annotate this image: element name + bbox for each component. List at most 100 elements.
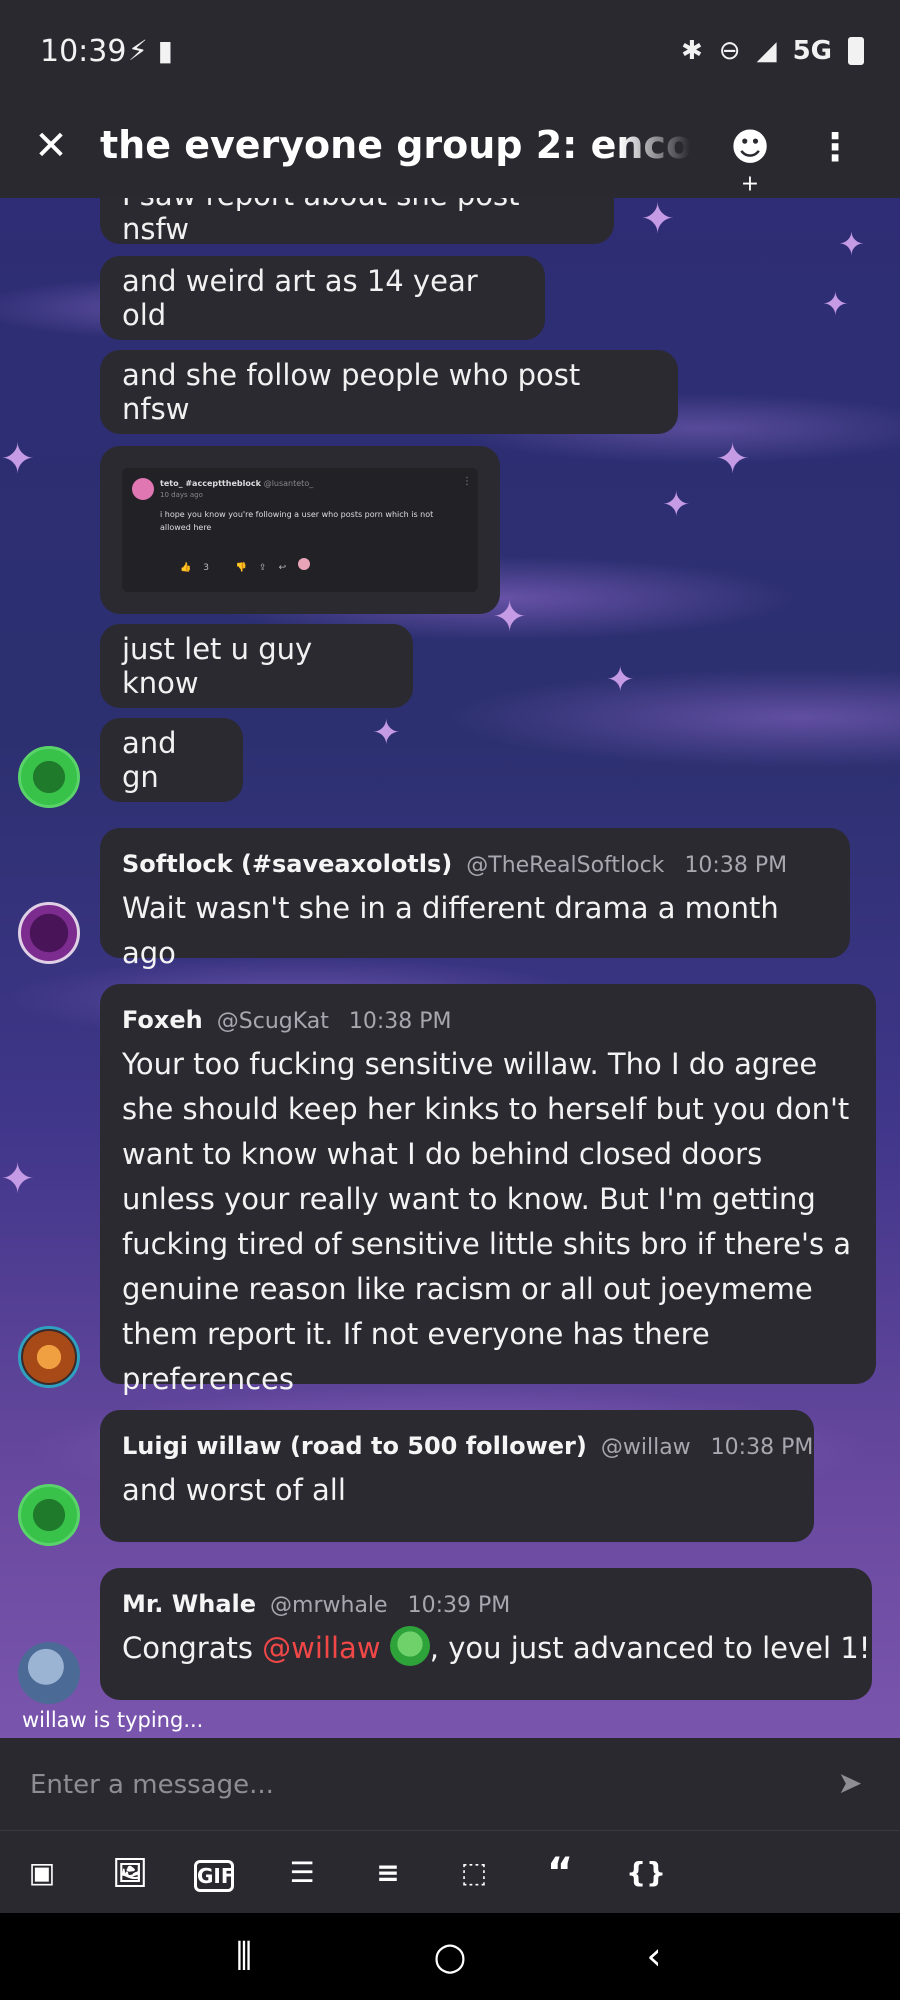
send-icon: ➤ bbox=[837, 1766, 863, 1801]
author-handle: @ScugKat bbox=[216, 1009, 329, 1034]
message-time: 10:39 PM bbox=[407, 1593, 511, 1618]
avatar-luigi-willaw[interactable] bbox=[18, 1484, 80, 1546]
flash-icon: ⚡ bbox=[128, 34, 158, 67]
user-mention[interactable]: @willaw bbox=[262, 1631, 380, 1665]
message-text: Congrats @willaw , you just advanced to … bbox=[122, 1626, 870, 1671]
message-bubble[interactable]: and gn bbox=[100, 718, 243, 802]
recents-icon: ⦀ bbox=[235, 1934, 253, 1978]
gif-button[interactable]: GIF bbox=[194, 1860, 235, 1892]
message-meta: Luigi willaw (road to 500 follower) @wil… bbox=[122, 1432, 813, 1460]
message-text: and weird art as 14 year old bbox=[122, 264, 478, 332]
typing-indicator: willaw is typing... bbox=[22, 1708, 204, 1732]
avatar-softlock[interactable] bbox=[18, 902, 80, 964]
star-decoration: ✦ bbox=[838, 225, 865, 263]
author-name[interactable]: Softlock (#saveaxolotls) bbox=[122, 850, 452, 878]
mention-avatar-icon bbox=[389, 1626, 430, 1666]
bullet-list-button[interactable]: ☰ bbox=[280, 1851, 324, 1895]
emoji-button[interactable]: ▣ bbox=[20, 1851, 64, 1895]
back-icon: ‹ bbox=[646, 1934, 662, 1978]
battery-icon bbox=[848, 37, 864, 65]
message-meta: Foxeh @ScugKat 10:38 PM bbox=[122, 1006, 854, 1034]
home-icon: ○ bbox=[433, 1934, 467, 1978]
avatar-mr-whale[interactable] bbox=[18, 1642, 80, 1704]
avatar-mini bbox=[298, 558, 311, 570]
star-decoration: ✦ bbox=[715, 434, 751, 483]
dnd-icon: ⊖ bbox=[718, 36, 741, 66]
author-handle: @willaw bbox=[600, 1435, 691, 1460]
star-decoration: ✦ bbox=[606, 660, 635, 700]
message-text: Your too fucking sensitive willaw. Tho I… bbox=[122, 1047, 852, 1396]
code-button[interactable]: {} bbox=[624, 1851, 668, 1895]
numbered-list-button[interactable]: ≡ bbox=[366, 1851, 410, 1895]
send-button[interactable]: ➤ bbox=[826, 1760, 874, 1808]
gif-icon: GIF bbox=[197, 1864, 235, 1888]
star-decoration: ✦ bbox=[822, 285, 849, 323]
close-button[interactable]: ✕ bbox=[28, 123, 74, 169]
star-decoration: ✦ bbox=[372, 713, 401, 753]
message-text: just let u guy know bbox=[122, 632, 313, 700]
author-name[interactable]: Luigi willaw (road to 500 follower) bbox=[122, 1432, 587, 1460]
message-bubble[interactable]: Mr. Whale @mrwhale 10:39 PM Congrats @wi… bbox=[100, 1568, 872, 1700]
message-bubble[interactable]: Foxeh @ScugKat 10:38 PM Your too fucking… bbox=[100, 984, 876, 1396]
message-bubble[interactable]: and she follow people who post nfsw bbox=[100, 350, 678, 434]
reply-icon: ↩ bbox=[278, 563, 299, 573]
author-name[interactable]: Mr. Whale bbox=[122, 1590, 256, 1618]
chat-area[interactable]: ✦ ✦ ✦ ✦ ✦ ✦ ✦ ✦ ✦ ✦ I saw report about s… bbox=[0, 198, 900, 1738]
star-decoration: ✦ bbox=[0, 434, 36, 483]
message-input[interactable] bbox=[28, 1760, 812, 1810]
recent-apps-button[interactable]: ⦀ bbox=[214, 1931, 274, 1981]
system-navigation-bar: ⦀ ○ ‹ bbox=[0, 1913, 900, 2000]
numbered-list-icon: ≡ bbox=[376, 1856, 400, 1889]
bars-icon: ▮ bbox=[157, 34, 184, 67]
embedded-post-screenshot: teto_ #accepttheblock @lusanteto_ 10 day… bbox=[122, 468, 478, 592]
message-bubble[interactable]: Softlock (#saveaxolotls) @TheRealSoftloc… bbox=[100, 828, 850, 970]
star-decoration: ✦ bbox=[0, 1154, 36, 1203]
status-right-icons: ✱ ⊖ ◢ 5G bbox=[681, 36, 864, 66]
message-text: and gn bbox=[122, 726, 177, 794]
author-handle: @mrwhale bbox=[270, 1593, 388, 1618]
message-meta: Mr. Whale @mrwhale 10:39 PM bbox=[122, 1590, 850, 1618]
image-icon: 🖼 bbox=[112, 1856, 148, 1889]
image-button[interactable]: 🖼 bbox=[108, 1851, 152, 1895]
back-button[interactable]: ‹ bbox=[624, 1931, 684, 1981]
image-attachment[interactable]: teto_ #accepttheblock @lusanteto_ 10 day… bbox=[100, 446, 500, 614]
quote-button[interactable]: “ bbox=[538, 1851, 582, 1895]
message-bubble[interactable]: I saw report about she post nsfw bbox=[100, 198, 614, 246]
share-icon: ⇪ bbox=[259, 563, 279, 573]
avatar-foxeh[interactable] bbox=[18, 1326, 80, 1388]
more-options-button[interactable]: ⋮ bbox=[815, 125, 855, 177]
message-time: 10:38 PM bbox=[710, 1435, 814, 1460]
group-title[interactable]: the everyone group 2: encore D bbox=[100, 123, 690, 179]
embed-username: teto_ #accepttheblock @lusanteto_ bbox=[160, 479, 314, 488]
message-meta: Softlock (#saveaxolotls) @TheRealSoftloc… bbox=[122, 850, 828, 878]
author-name[interactable]: Foxeh bbox=[122, 1006, 203, 1034]
message-text: I saw report about she post nsfw bbox=[122, 198, 519, 246]
code-icon: {} bbox=[626, 1856, 666, 1889]
message-bubble[interactable]: just let u guy know bbox=[100, 624, 413, 708]
message-text: and she follow people who post nfsw bbox=[122, 358, 581, 426]
spoiler-button[interactable]: ⬚ bbox=[452, 1851, 496, 1895]
quote-icon: “ bbox=[546, 1850, 574, 1896]
message-bubble[interactable]: and weird art as 14 year old bbox=[100, 256, 545, 340]
status-time: 10:39 bbox=[40, 34, 127, 69]
emoji-icon: ▣ bbox=[28, 1856, 56, 1889]
embed-actions: 👍3 👎⇪↩ bbox=[180, 558, 311, 573]
like-icon: 👍 bbox=[180, 563, 204, 573]
signal-icon: ◢ bbox=[756, 36, 777, 66]
spoiler-icon: ⬚ bbox=[460, 1856, 488, 1889]
message-bubble[interactable]: Luigi willaw (road to 500 follower) @wil… bbox=[100, 1410, 814, 1542]
star-decoration: ✦ bbox=[662, 485, 691, 525]
message-time: 10:38 PM bbox=[684, 853, 788, 878]
message-text: Wait wasn't she in a different drama a m… bbox=[122, 891, 779, 970]
add-member-button[interactable]: ☻+ bbox=[722, 125, 778, 196]
bullet-list-icon: ☰ bbox=[289, 1856, 315, 1889]
embed-avatar bbox=[132, 478, 154, 500]
dislike-icon: 👎 bbox=[235, 563, 260, 573]
kebab-icon: ⋮ bbox=[816, 125, 854, 169]
star-decoration: ✦ bbox=[640, 198, 676, 243]
chat-header: ✕ the everyone group 2: encore D ☻+ ⋮ bbox=[0, 105, 900, 198]
formatting-toolbar: ▣ 🖼 GIF ☰ ≡ ⬚ “ {} bbox=[0, 1831, 900, 1913]
status-bar: 10:39 ⚡▮ ✱ ⊖ ◢ 5G bbox=[0, 0, 900, 105]
avatar-luigi-willaw[interactable] bbox=[18, 746, 80, 808]
home-button[interactable]: ○ bbox=[420, 1931, 480, 1981]
